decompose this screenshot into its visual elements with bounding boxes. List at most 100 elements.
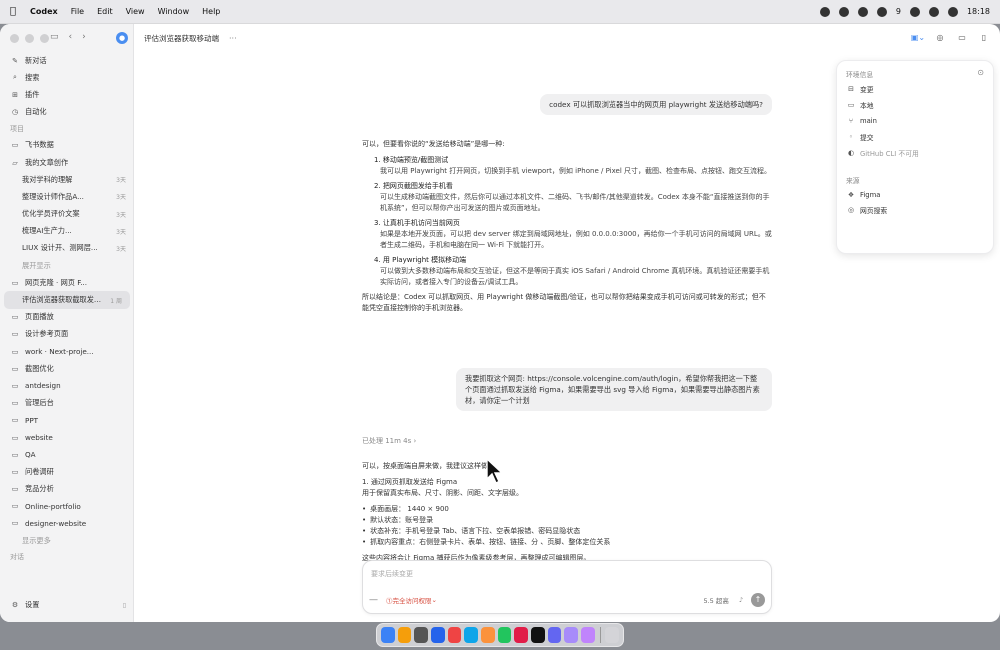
show-more-button[interactable]: 展开显示 xyxy=(0,257,134,274)
settings-icon[interactable]: ⊙ xyxy=(977,68,984,77)
env-item-branch[interactable]: ⑂ main xyxy=(846,115,877,127)
menu-help[interactable]: Help xyxy=(202,7,220,16)
launchpad-icon[interactable] xyxy=(397,627,412,643)
model-dropdown[interactable]: 5.5 超高 xyxy=(703,595,728,605)
folder-icon: ▭ xyxy=(11,347,19,356)
leaf-icon[interactable] xyxy=(857,6,868,17)
source-item-websearch[interactable]: ◎ 网页搜索 xyxy=(846,204,887,216)
panel-icon[interactable]: ▯ xyxy=(123,602,126,609)
branch-icon: ⑂ xyxy=(848,117,854,125)
item-body: 如果是本地开发页面，可以把 dev server 绑定到局域网地址，例如 0.0… xyxy=(380,230,772,249)
env-item-local[interactable]: ▭ 本地 xyxy=(846,99,874,111)
menu-view[interactable]: View xyxy=(126,7,145,16)
panel-toggle-icon[interactable]: ▯ xyxy=(976,31,992,45)
settings-button[interactable]: ⚙ 设置 ▯ xyxy=(0,597,134,614)
codex-app-icon[interactable] xyxy=(547,627,562,643)
finder-icon[interactable] xyxy=(381,627,395,643)
mail-icon[interactable] xyxy=(430,627,445,643)
mic-icon[interactable]: ♪ xyxy=(739,596,743,604)
chat-item[interactable]: 梳理AI生产力... 3天 xyxy=(0,223,134,240)
split-view-icon[interactable]: ▭ xyxy=(954,31,970,45)
project-web-clone[interactable]: ▭ 网页克隆 · 网页 F... xyxy=(0,274,134,291)
processed-toggle[interactable]: 已处理 11m 4s › xyxy=(362,436,772,447)
chat-item-active[interactable]: 评估浏览器获取截取发送移动端 1 周 xyxy=(4,291,130,309)
chrome-icon[interactable] xyxy=(414,627,428,643)
composer[interactable]: 要求后续变更 — ⓵ 完全访问权限 ⌄ 5.5 超高 ♪ ↑ xyxy=(362,560,772,614)
chat-item[interactable]: 整理设计师作品A... 3天 xyxy=(0,188,134,205)
feishu-icon[interactable] xyxy=(464,627,478,643)
figma-app-icon[interactable] xyxy=(514,627,528,643)
close-window-button[interactable] xyxy=(10,34,19,43)
project-feishu[interactable]: ▭ 飞书数据 xyxy=(0,137,134,154)
folder-icon: ▭ xyxy=(11,330,19,339)
target-icon[interactable]: ◎ xyxy=(932,31,948,45)
apple-icon[interactable]:  xyxy=(10,6,16,17)
dock-separator xyxy=(599,627,601,643)
project-item[interactable]: ▭ 问卷调研 xyxy=(0,463,134,480)
sunlogin-icon[interactable] xyxy=(480,627,495,643)
item-body: 我可以用 Playwright 打开网页，切换到手机 viewport，例如 i… xyxy=(380,167,771,175)
project-item[interactable]: ▭ 设计参考页面 xyxy=(0,326,134,343)
sidebar-item-automation[interactable]: ◷ 自动化 xyxy=(0,104,134,121)
chat-item[interactable]: LIUX 设计开、测网层... 3天 xyxy=(0,240,134,257)
globe-icon: ◎ xyxy=(847,206,855,214)
env-item-github: ◐ GitHub CLI 不可用 xyxy=(846,147,919,159)
clock-icon: ◷ xyxy=(11,108,19,117)
menu-app[interactable]: Codex xyxy=(30,7,58,16)
wechat-icon[interactable] xyxy=(876,6,887,17)
forward-icon[interactable]: › xyxy=(82,32,86,42)
project-item[interactable]: ▭ 管理后台 xyxy=(0,395,134,412)
project-item[interactable]: ▭ antdesign xyxy=(0,377,134,394)
permission-dropdown[interactable]: 完全访问权限 xyxy=(393,595,432,605)
cat-icon[interactable] xyxy=(838,6,849,17)
window-controls xyxy=(10,34,49,43)
control-center-icon[interactable] xyxy=(928,6,939,17)
wechat-icon[interactable] xyxy=(497,627,512,643)
project-item[interactable]: ▭ PPT xyxy=(0,412,134,429)
account-icon[interactable]: ● xyxy=(116,32,128,44)
env-item-commit[interactable]: ◦ 提交 xyxy=(846,131,874,143)
project-item[interactable]: ▭ website xyxy=(0,429,134,446)
back-icon[interactable]: ‹ xyxy=(69,32,73,42)
chat-title[interactable]: 评估浏览器获取移动端 xyxy=(144,33,219,44)
env-item-diff[interactable]: ⊟ 变更 xyxy=(846,83,874,95)
show-more-projects-button[interactable]: 显示更多 xyxy=(0,532,134,549)
composer-input[interactable]: 要求后续变更 xyxy=(371,569,413,579)
sync-icon[interactable] xyxy=(909,6,920,17)
record-icon[interactable] xyxy=(819,6,830,17)
source-item-figma[interactable]: ❖ Figma xyxy=(846,189,881,201)
siri-icon[interactable] xyxy=(947,6,958,17)
terminal-icon[interactable] xyxy=(530,627,545,643)
clock[interactable]: 18:18 xyxy=(967,7,990,16)
project-item[interactable]: ▭ 页面播放 xyxy=(0,309,134,326)
menu-window[interactable]: Window xyxy=(158,7,190,16)
sidebar-item-new-chat[interactable]: ✎ 新对话 xyxy=(0,52,134,69)
preview-icon[interactable] xyxy=(564,627,578,643)
zoom-window-button[interactable] xyxy=(40,34,49,43)
menu-edit[interactable]: Edit xyxy=(97,7,113,16)
add-attachment-icon[interactable]: — xyxy=(369,595,378,605)
chat-item[interactable]: 我对学科的理解 3天 xyxy=(0,171,134,188)
project-item[interactable]: ▭ 竞品分析 xyxy=(0,481,134,498)
minimize-window-button[interactable] xyxy=(25,34,34,43)
send-button[interactable]: ↑ xyxy=(751,593,765,607)
project-item[interactable]: ▭ Online-portfolio xyxy=(0,498,134,515)
more-options-button[interactable]: ··· xyxy=(229,34,237,43)
project-articles[interactable]: ▱ 我的文章创作 xyxy=(0,154,134,171)
menu-file[interactable]: File xyxy=(71,7,84,16)
project-item[interactable]: ▭ designer-website xyxy=(0,515,134,532)
sidebar-item-plugins[interactable]: ⊞ 插件 xyxy=(0,86,134,103)
appstore-icon[interactable] xyxy=(447,627,462,643)
project-item[interactable]: ▭ 截图优化 xyxy=(0,360,134,377)
toggle-sidebar-icon[interactable]: ▭ xyxy=(50,32,59,42)
folder-icon: ▭ xyxy=(11,519,19,528)
project-item[interactable]: ▭ work · Next-proje... xyxy=(0,343,134,360)
show-more-label: 展开显示 xyxy=(22,260,51,270)
trash-icon[interactable] xyxy=(605,627,620,643)
open-in-icon[interactable]: ▣⌄ xyxy=(910,31,926,45)
notes-icon[interactable] xyxy=(580,627,595,643)
chat-item[interactable]: 优化学员评价文案 3天 xyxy=(0,206,134,223)
project-item[interactable]: ▭ QA xyxy=(0,446,134,463)
sidebar-item-search[interactable]: ⌕ 搜索 xyxy=(0,69,134,86)
bullet-item: 状态补充：手机号登录 Tab、语言下拉、空表单报错、密码显隐状态 xyxy=(362,526,772,537)
